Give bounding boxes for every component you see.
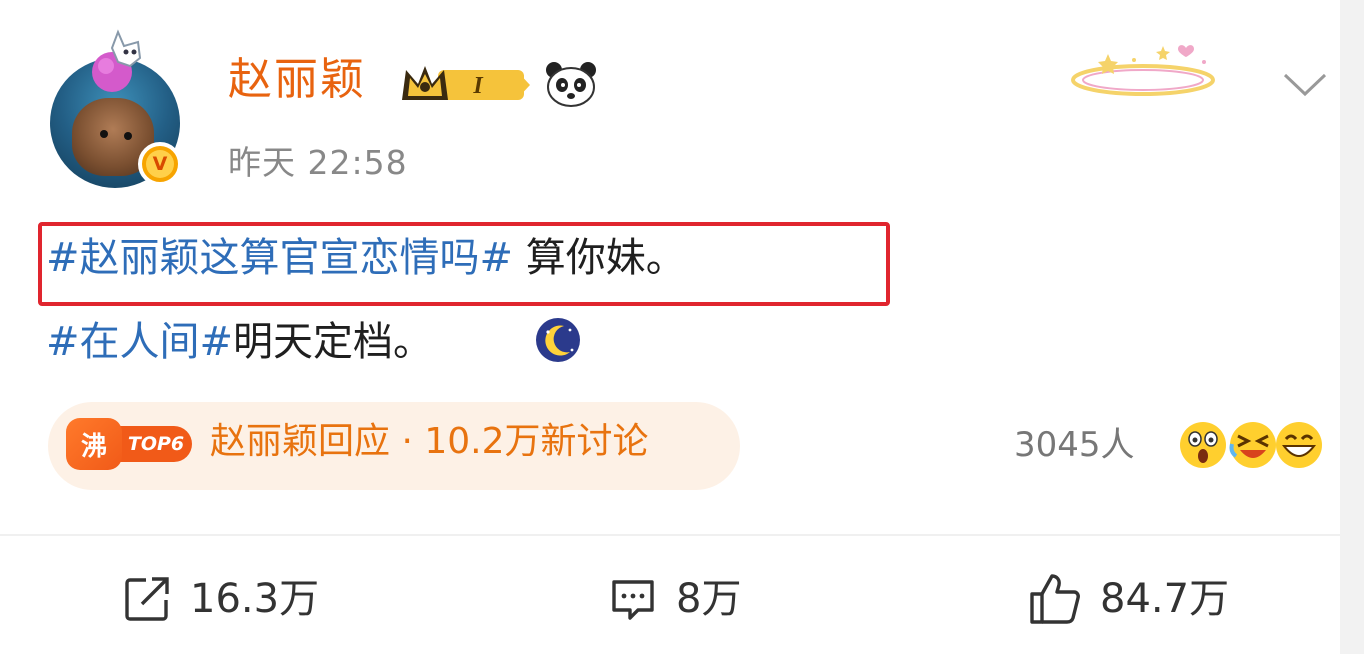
moon-emoji-icon [536, 318, 580, 362]
avatar-pendant-icon [92, 29, 142, 92]
author-name[interactable]: 赵丽颖 [228, 58, 366, 102]
rank-badge: TOP6 [120, 426, 192, 462]
comment-button[interactable]: 8万 [608, 574, 741, 624]
hot-search-text[interactable]: 赵丽颖回应 · 10.2万新讨论 [210, 424, 649, 460]
laughing-crying-face-icon[interactable] [1228, 420, 1278, 470]
verified-badge: V [138, 142, 182, 186]
comment-icon [612, 580, 654, 620]
post-timestamp: 昨天 22:58 [228, 143, 408, 182]
red-highlight-box [38, 222, 890, 306]
avatar-eye [124, 132, 132, 140]
grinning-face-icon[interactable] [1274, 420, 1324, 470]
post-text: 明天定档。 [233, 319, 434, 365]
chevron-down-icon[interactable] [1282, 70, 1328, 100]
repost-count: 16.3万 [190, 576, 320, 622]
reaction-count[interactable]: 3045人 [1014, 428, 1135, 462]
panda-icon [546, 62, 596, 107]
member-level-label: I [472, 73, 484, 99]
weibo-post-card: V 赵丽颖 I 昨天 22:58 #赵丽颖这算官宣恋情吗# 算你妹。 #在人间#… [0, 0, 1340, 654]
avatar-eye [100, 130, 108, 138]
right-edge [1340, 0, 1364, 654]
thumbs-up-icon [1030, 574, 1080, 624]
divider [0, 534, 1340, 536]
verified-badge-label: V [146, 150, 174, 178]
vip-crown-badge[interactable]: I [398, 60, 532, 108]
like-button[interactable]: 84.7万 [1028, 574, 1229, 624]
repost-button[interactable]: 16.3万 [122, 574, 319, 624]
post-text-line-2: #在人间#明天定档。 [46, 322, 433, 362]
hashtag-link[interactable]: #在人间# [46, 319, 233, 365]
repost-icon [125, 577, 169, 621]
comment-count: 8万 [676, 576, 742, 622]
card-decoration-icon [1071, 45, 1215, 96]
hot-fire-badge: 沸 [66, 418, 122, 470]
like-count: 84.7万 [1100, 576, 1230, 622]
shocked-face-icon[interactable] [1178, 420, 1228, 470]
